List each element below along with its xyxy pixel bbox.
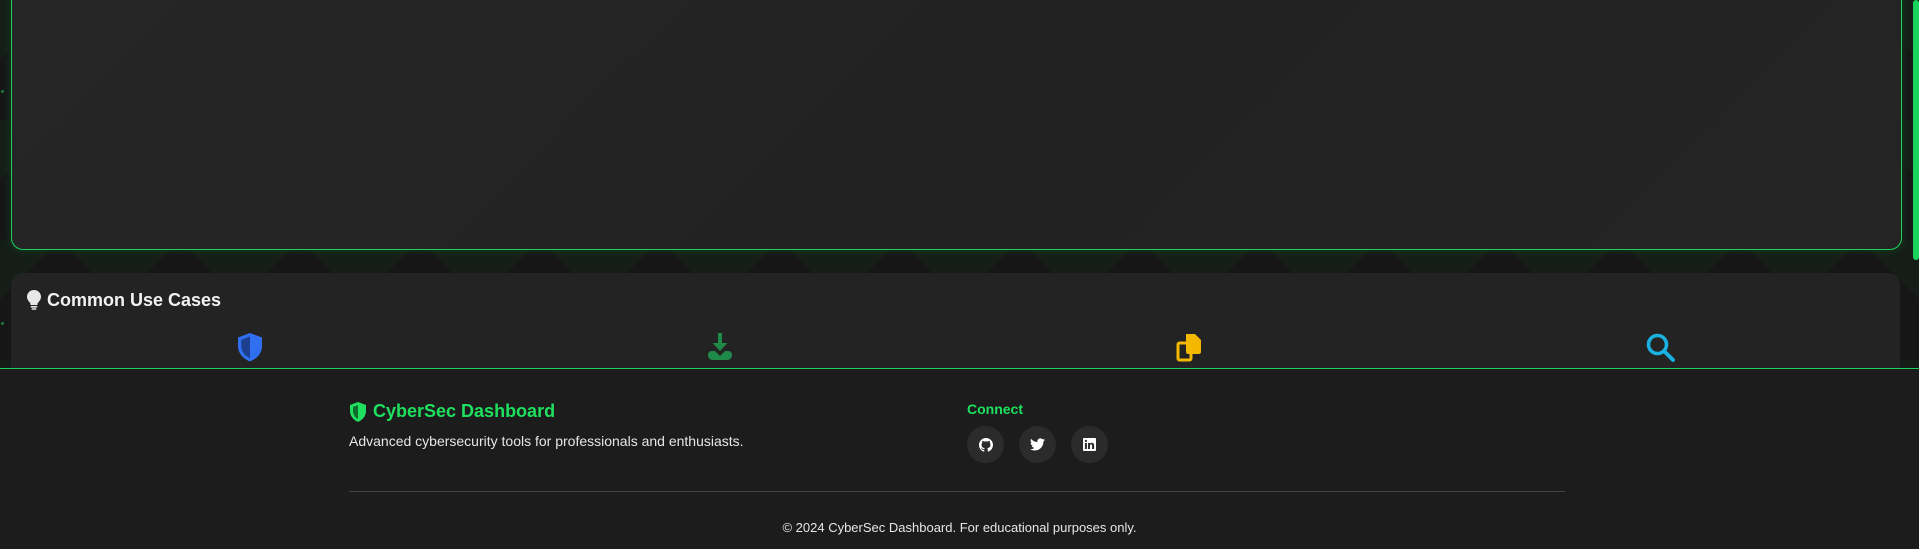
footer-brand[interactable]: CyberSec Dashboard xyxy=(349,401,555,422)
shield-icon xyxy=(350,401,366,422)
footer: CyberSec Dashboard Advanced cybersecurit… xyxy=(0,368,1919,549)
footer-tagline: Advanced cybersecurity tools for profess… xyxy=(349,433,744,449)
copyright-text: © 2024 CyberSec Dashboard. For education… xyxy=(782,520,1137,535)
download-icon xyxy=(708,333,732,360)
use-cases-title: Common Use Cases xyxy=(47,289,222,310)
footer-divider xyxy=(349,491,1565,492)
lightbulb-icon xyxy=(27,290,41,310)
linkedin-icon xyxy=(1083,438,1096,451)
brand-name: CyberSec Dashboard xyxy=(373,401,556,421)
scrollbar[interactable] xyxy=(1913,0,1919,260)
github-icon xyxy=(978,437,993,452)
twitter-icon xyxy=(1030,438,1045,451)
linkedin-link[interactable] xyxy=(1071,426,1108,463)
connect-heading: Connect xyxy=(967,401,1023,417)
social-links xyxy=(967,426,1108,463)
use-cases-heading: Common Use Cases xyxy=(27,288,221,312)
search-icon xyxy=(1646,333,1675,362)
background-dot xyxy=(1,90,4,93)
twitter-link[interactable] xyxy=(1019,426,1056,463)
github-link[interactable] xyxy=(967,426,1004,463)
shield-icon xyxy=(238,333,262,362)
background-dot xyxy=(1,322,4,325)
copy-icon xyxy=(1176,334,1201,362)
content-panel xyxy=(11,0,1902,250)
